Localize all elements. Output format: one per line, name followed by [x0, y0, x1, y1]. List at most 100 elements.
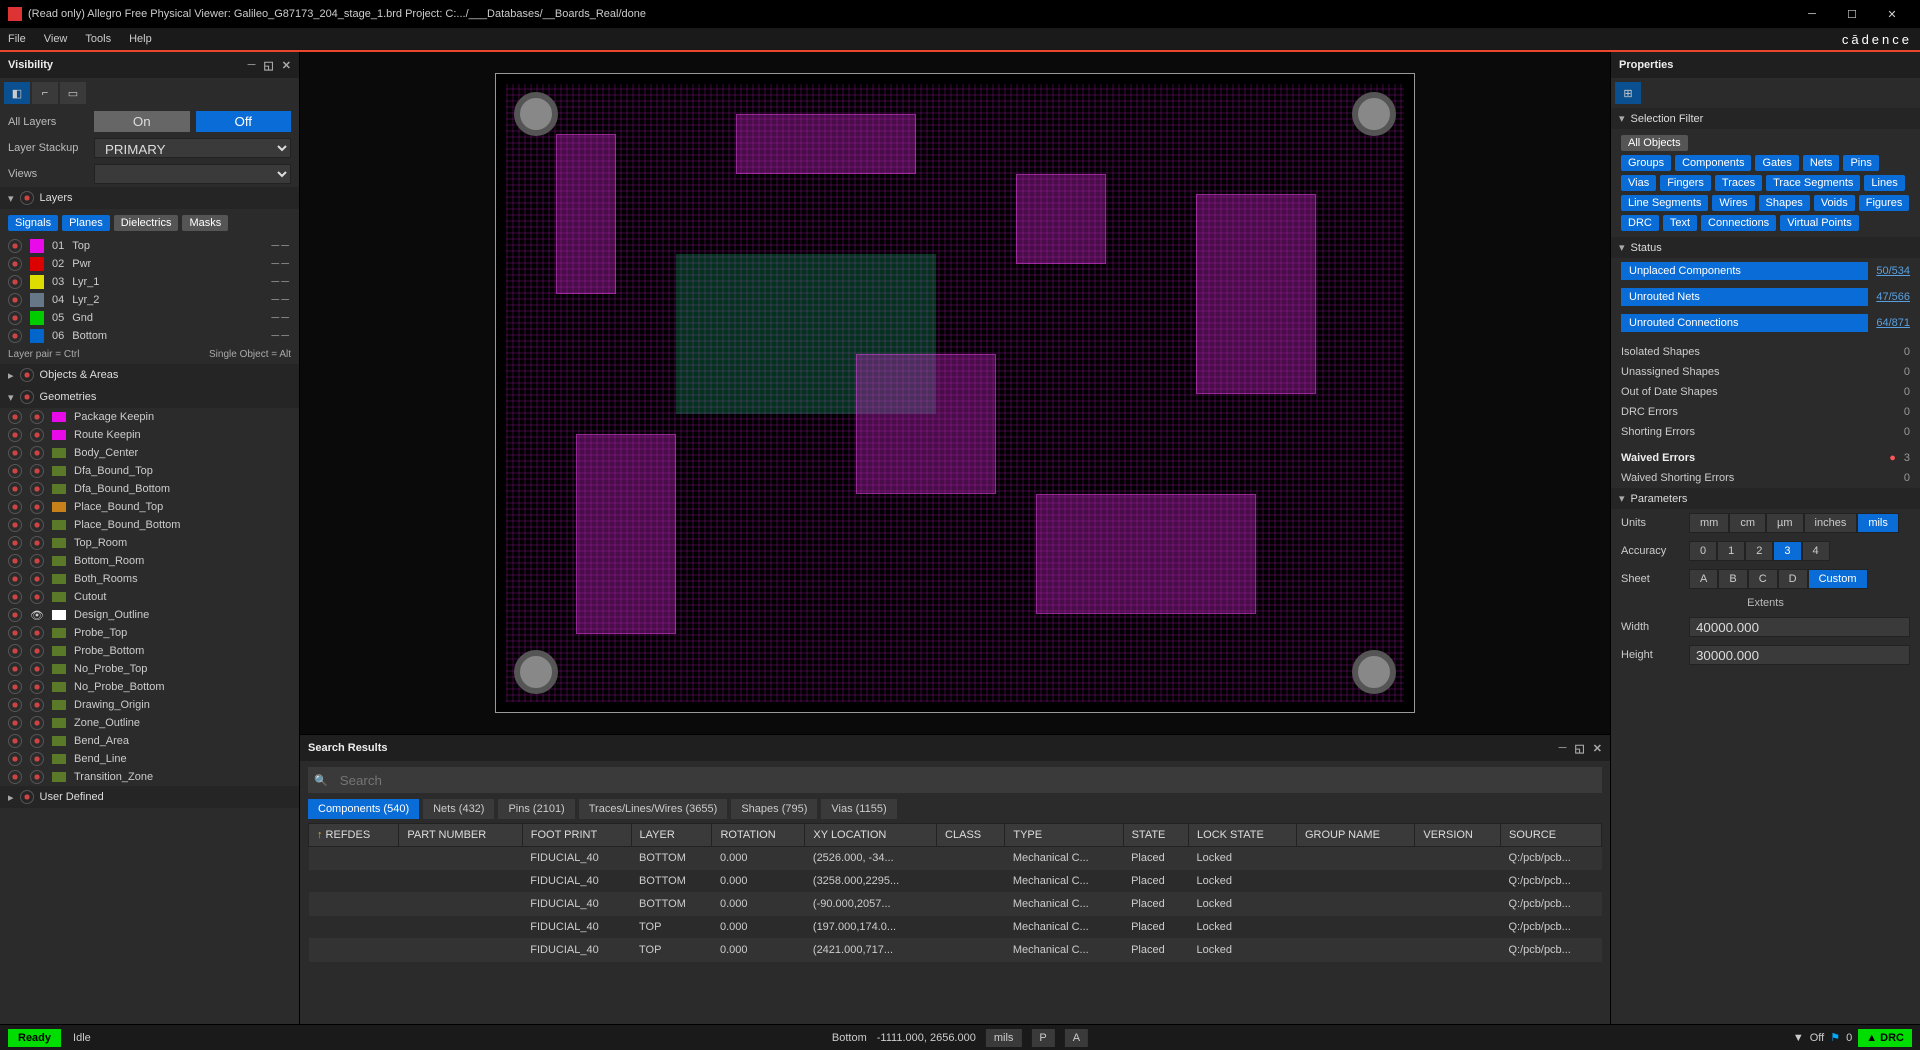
geometry-row[interactable]: Cutout: [0, 588, 299, 606]
menu-view[interactable]: View: [44, 33, 68, 45]
seg-option[interactable]: B: [1718, 569, 1747, 589]
search-tab[interactable]: Nets (432): [423, 799, 494, 819]
geometry-row[interactable]: Place_Bound_Bottom: [0, 516, 299, 534]
filter-pill[interactable]: Wires: [1712, 195, 1754, 211]
geom-swatch[interactable]: [52, 466, 66, 476]
mode-display-icon[interactable]: ▭: [60, 82, 86, 104]
geom-eye-icon[interactable]: [30, 626, 44, 640]
mode-layers-icon[interactable]: ◧: [4, 82, 30, 104]
geom-eye-icon[interactable]: [30, 428, 44, 442]
column-header[interactable]: FOOT PRINT: [522, 824, 631, 847]
filter-pill[interactable]: Groups: [1621, 155, 1671, 171]
geom-hide-icon[interactable]: [8, 680, 22, 694]
filter-pill[interactable]: Components: [1675, 155, 1751, 171]
all-layers-on[interactable]: On: [94, 111, 190, 132]
filter-pill[interactable]: DRC: [1621, 215, 1659, 231]
layer-eye-icon[interactable]: [8, 311, 22, 325]
search-input[interactable]: [334, 770, 1596, 790]
geometry-row[interactable]: Place_Bound_Top: [0, 498, 299, 516]
layer-swatch[interactable]: [30, 239, 44, 253]
panel-min-icon[interactable]: ─: [248, 59, 256, 72]
panel-close-icon[interactable]: ✕: [282, 59, 291, 72]
search-tab[interactable]: Components (540): [308, 799, 419, 819]
geometry-row[interactable]: Probe_Bottom: [0, 642, 299, 660]
geometry-row[interactable]: Body_Center: [0, 444, 299, 462]
seg-option[interactable]: 4: [1802, 541, 1830, 561]
panel-pop-icon[interactable]: ◱: [263, 59, 273, 72]
layer-row[interactable]: 05Gnd──: [0, 309, 299, 327]
visibility-eye-icon[interactable]: [20, 390, 34, 404]
geom-hide-icon[interactable]: [8, 464, 22, 478]
layer-style-icon[interactable]: ──: [271, 276, 291, 288]
geom-hide-icon[interactable]: [8, 536, 22, 550]
search-box[interactable]: 🔍: [308, 767, 1602, 793]
geom-hide-icon[interactable]: [8, 410, 22, 424]
geom-swatch[interactable]: [52, 430, 66, 440]
search-tab[interactable]: Shapes (795): [731, 799, 817, 819]
geom-eye-icon[interactable]: [30, 536, 44, 550]
layer-eye-icon[interactable]: [8, 293, 22, 307]
column-header[interactable]: SOURCE: [1500, 824, 1601, 847]
column-header[interactable]: ↑ REFDES: [309, 824, 399, 847]
geometry-row[interactable]: Dfa_Bound_Top: [0, 462, 299, 480]
column-header[interactable]: GROUP NAME: [1296, 824, 1414, 847]
column-header[interactable]: PART NUMBER: [399, 824, 522, 847]
geom-swatch[interactable]: [52, 538, 66, 548]
geom-hide-icon[interactable]: [8, 716, 22, 730]
geom-eye-icon[interactable]: [30, 716, 44, 730]
layer-eye-icon[interactable]: [8, 329, 22, 343]
layer-style-icon[interactable]: ──: [271, 330, 291, 342]
status-units[interactable]: mils: [986, 1029, 1022, 1047]
seg-option[interactable]: 1: [1717, 541, 1745, 561]
geom-swatch[interactable]: [52, 628, 66, 638]
geometry-row[interactable]: Top_Room: [0, 534, 299, 552]
properties-mode-icon[interactable]: ⊞: [1615, 82, 1641, 104]
flag-icon[interactable]: ⚑: [1830, 1031, 1840, 1044]
geometry-row[interactable]: Dfa_Bound_Bottom: [0, 480, 299, 498]
column-header[interactable]: TYPE: [1005, 824, 1123, 847]
geometries-section-header[interactable]: ▾ Geometries: [0, 386, 299, 408]
table-row[interactable]: FIDUCIAL_40BOTTOM0.000(-90.000,2057...Me…: [309, 893, 1602, 916]
geometry-row[interactable]: Probe_Top: [0, 624, 299, 642]
column-header[interactable]: CLASS: [937, 824, 1005, 847]
geom-hide-icon[interactable]: [8, 554, 22, 568]
layer-style-icon[interactable]: ──: [271, 294, 291, 306]
layer-row[interactable]: 02Pwr──: [0, 255, 299, 273]
geometry-row[interactable]: Transition_Zone: [0, 768, 299, 786]
table-row[interactable]: FIDUCIAL_40BOTTOM0.000(2526.000, -34...M…: [309, 847, 1602, 870]
visibility-eye-icon[interactable]: [20, 790, 34, 804]
geom-swatch[interactable]: [52, 556, 66, 566]
layers-section-header[interactable]: ▾ Layers: [0, 187, 299, 209]
status-p-button[interactable]: P: [1031, 1029, 1054, 1047]
layer-tab[interactable]: Signals: [8, 215, 58, 231]
geom-swatch[interactable]: [52, 592, 66, 602]
layer-row[interactable]: 03Lyr_1──: [0, 273, 299, 291]
parameters-header[interactable]: ▾Parameters: [1611, 488, 1920, 509]
filter-pill[interactable]: Pins: [1843, 155, 1878, 171]
seg-option[interactable]: A: [1689, 569, 1718, 589]
search-tab[interactable]: Pins (2101): [498, 799, 574, 819]
filter-pill[interactable]: Line Segments: [1621, 195, 1708, 211]
filter-icon[interactable]: ▼: [1793, 1032, 1804, 1044]
status-header[interactable]: ▾Status: [1611, 237, 1920, 258]
filter-all-objects[interactable]: All Objects: [1621, 135, 1688, 151]
layer-swatch[interactable]: [30, 257, 44, 271]
layer-tab[interactable]: Masks: [182, 215, 228, 231]
geom-swatch[interactable]: [52, 718, 66, 728]
column-header[interactable]: VERSION: [1415, 824, 1501, 847]
status-link[interactable]: 64/871: [1876, 317, 1910, 329]
seg-option[interactable]: 0: [1689, 541, 1717, 561]
panel-pop-icon[interactable]: ◱: [1574, 742, 1584, 755]
layer-swatch[interactable]: [30, 311, 44, 325]
seg-option[interactable]: D: [1778, 569, 1808, 589]
geom-hide-icon[interactable]: [8, 572, 22, 586]
geom-swatch[interactable]: [52, 682, 66, 692]
geometry-row[interactable]: No_Probe_Top: [0, 660, 299, 678]
drc-button[interactable]: ▲ DRC: [1858, 1029, 1912, 1047]
geom-eye-icon[interactable]: [30, 698, 44, 712]
userdef-section-header[interactable]: ▸ User Defined: [0, 786, 299, 808]
geom-eye-icon[interactable]: [30, 518, 44, 532]
layer-style-icon[interactable]: ──: [271, 240, 291, 252]
layer-swatch[interactable]: [30, 275, 44, 289]
views-select[interactable]: [94, 164, 291, 184]
